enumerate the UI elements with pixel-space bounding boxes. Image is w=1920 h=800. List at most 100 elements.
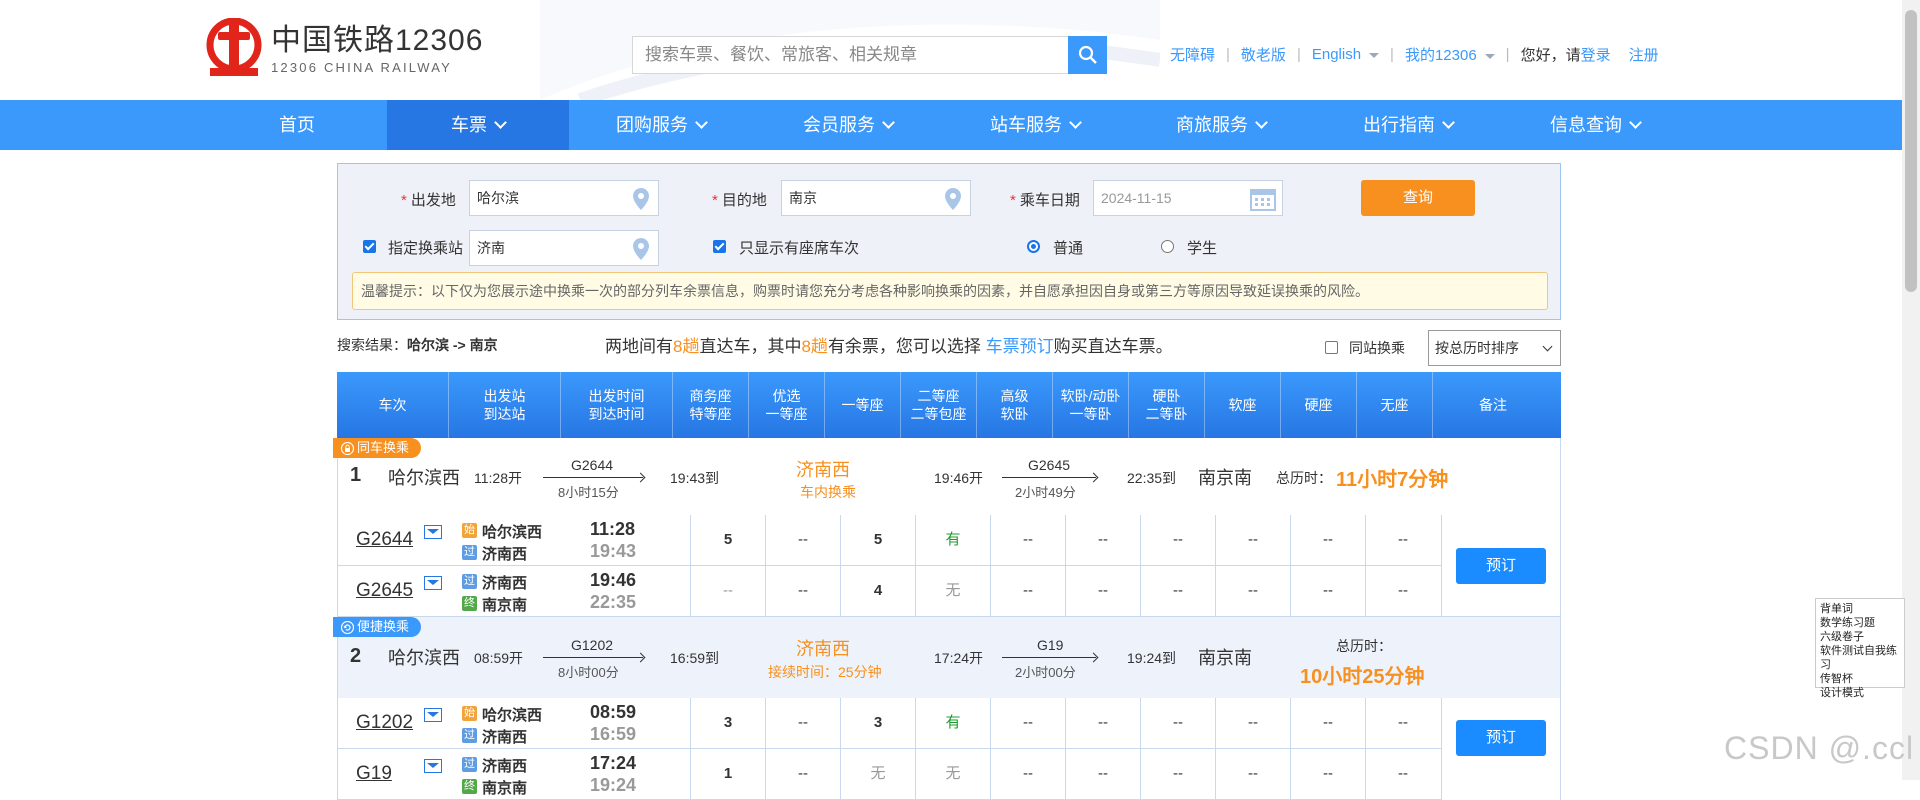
sort-value: 按总历时排序 [1435,340,1519,356]
transfer-note: 车内换乘 [800,484,856,500]
from-input[interactable]: 哈尔滨 [469,180,659,216]
station-name: 济南西 [482,546,528,563]
train-number-link[interactable]: G19 [356,763,392,785]
side-popup-item[interactable]: 设计模式 [1820,686,1900,700]
train-number-link[interactable]: G1202 [356,712,413,734]
search-button[interactable] [1068,36,1107,74]
site-logo[interactable]: 中国铁路12306 12306 CHINA RAILWAY [205,18,483,80]
nav-guide[interactable]: 出行指南 [1317,100,1499,150]
nav-member[interactable]: 会员服务 [757,100,939,150]
column-header: 硬卧 二等卧 [1129,372,1205,438]
sort-select[interactable]: 按总历时排序 [1428,330,1561,366]
to-input[interactable]: 南京 [781,180,971,216]
column-header: 无座 [1357,372,1433,438]
elder-link[interactable]: 敬老版 [1241,44,1286,65]
arrow-right-icon [1002,657,1096,658]
seat-availability: 无 [840,749,915,799]
seat-only-checkbox[interactable] [713,240,726,253]
language-dropdown[interactable]: English [1311,46,1380,63]
scrollbar-thumb[interactable] [1905,10,1917,292]
train-number-link[interactable]: G2645 [356,580,413,602]
arrive-time: 22:35到 [1127,470,1177,486]
register-link[interactable]: 注册 [1629,44,1659,65]
nav-home[interactable]: 首页 [206,100,388,150]
calendar-icon [1250,189,1276,211]
seat-availability: -- [1290,698,1365,748]
to-value: 南京 [789,190,817,206]
seat-availability: -- [1290,566,1365,616]
logo-title: 中国铁路12306 [271,23,484,57]
total-label: 总历时： [1276,470,1332,486]
accessible-link[interactable]: 无障碍 [1170,44,1215,65]
seat-availability: 1 [690,749,765,799]
nav-station[interactable]: 站车服务 [944,100,1126,150]
seat-availability: -- [765,698,840,748]
login-link[interactable]: 登录 [1581,44,1611,65]
query-button[interactable]: 查询 [1361,180,1475,216]
depart-time: 19:46 [590,570,637,590]
seat-availability: -- [1215,515,1290,565]
train-number-link[interactable]: G2644 [356,529,413,551]
total-label: 总历时： [1336,638,1392,654]
nav-info[interactable]: 信息查询 [1504,100,1686,150]
seat-availability: -- [1290,749,1365,799]
transfer-station-checkbox[interactable] [363,240,376,253]
side-popup-item[interactable]: 传智杯 [1820,672,1900,686]
date-value: 2024-11-15 [1101,190,1172,206]
seat-availability: 无 [915,749,990,799]
transfer-input[interactable]: 济南 [469,230,659,266]
station-tag: 终 [462,779,477,794]
arrow-right-icon [543,657,643,658]
side-popup-item[interactable]: 数学练习题 [1820,616,1900,630]
nav-group[interactable]: 团购服务 [570,100,752,150]
side-popup-item[interactable]: 背单词 [1820,602,1900,616]
station-name: 哈尔滨西 [482,524,543,541]
chevron-down-icon [1255,116,1268,129]
arrive-time: 22:35 [590,592,637,612]
same-station-label: 同站换乘 [1349,340,1405,356]
to-label: * 目的地 [712,192,767,209]
total-duration: 11小时7分钟 [1336,469,1449,491]
seat-availability: 4 [840,566,915,616]
seat-availability: 无 [915,566,990,616]
side-popup-item[interactable]: 六级卷子 [1820,630,1900,644]
student-radio[interactable] [1161,240,1174,253]
book-button[interactable]: 预订 [1456,720,1546,756]
option-number: 1 [350,464,362,486]
book-button[interactable]: 预订 [1456,548,1546,584]
seat-availability: -- [1140,566,1215,616]
ticket-booking-link[interactable]: 车票预订 [986,337,1054,356]
arrive-time: 19:24到 [1127,650,1177,666]
my12306-dropdown[interactable]: 我的12306 [1405,44,1495,65]
side-popup-item[interactable]: 软件测试自我练习 [1820,644,1900,672]
date-input[interactable]: 2024-11-15 [1093,180,1283,216]
nav-business[interactable]: 商旅服务 [1130,100,1312,150]
seat-only-label: 只显示有座席车次 [739,240,860,257]
station-name: 哈尔滨西 [482,707,543,724]
option-summary: 同车换乘 1 哈尔滨西 11:28开 G2644 8小时15分 19:43到 济… [333,438,1561,515]
column-header: 硬座 [1281,372,1357,438]
nav-tickets[interactable]: 车票 [387,100,569,150]
column-header: 高级 软卧 [977,372,1053,438]
total-duration: 10小时25分钟 [1300,666,1425,688]
column-header: 软卧/动卧 一等卧 [1053,372,1129,438]
to-station: 南京南 [1198,468,1252,488]
column-header: 商务座 特等座 [673,372,749,438]
from-label: * 出发地 [401,192,456,209]
site-search-input[interactable] [633,37,1077,73]
seat-availability: -- [1065,515,1140,565]
same-station-checkbox[interactable] [1325,341,1338,354]
transfer-station: 济南西 [796,639,850,659]
normal-radio[interactable] [1027,240,1040,253]
language-label: English [1311,46,1362,63]
my12306-label: 我的12306 [1404,47,1477,64]
chevron-down-icon [695,116,708,129]
duration: 8小时00分 [558,665,619,680]
duration: 8小时15分 [558,485,619,500]
logo-subtitle: 12306 CHINA RAILWAY [271,59,453,75]
seat-availability: -- [990,698,1065,748]
chevron-down-icon [494,116,507,129]
seat-availability: -- [1365,566,1440,616]
seat-availability: -- [1365,698,1440,748]
arrow-right-icon [543,477,643,478]
